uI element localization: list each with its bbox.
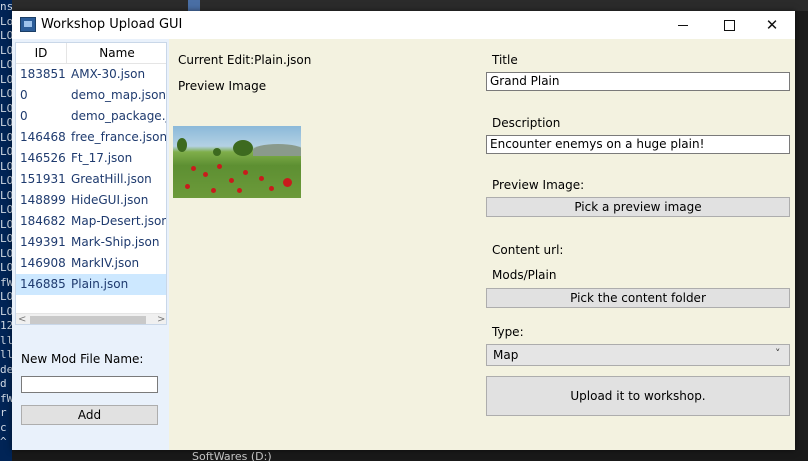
list-item[interactable]: 148899 HideGUI.json bbox=[16, 190, 166, 211]
item-id: 0 bbox=[20, 88, 28, 102]
item-name: Plain.json bbox=[71, 277, 129, 291]
flower-shape bbox=[237, 188, 242, 193]
flower-shape bbox=[243, 170, 248, 175]
preview-image-field-label: Preview Image: bbox=[492, 178, 585, 192]
item-name: GreatHill.json bbox=[71, 172, 152, 186]
preview-image bbox=[173, 126, 301, 198]
list-item[interactable]: 146908 MarkIV.json bbox=[16, 253, 166, 274]
pick-preview-image-button[interactable]: Pick a preview image bbox=[486, 197, 790, 217]
description-label: Description bbox=[492, 116, 561, 130]
list-item[interactable]: 146468 free_france.json bbox=[16, 127, 167, 148]
tree-shape bbox=[213, 148, 221, 156]
horizontal-scrollbar[interactable]: < > bbox=[16, 313, 166, 324]
item-id: 146908 bbox=[20, 256, 66, 270]
workshop-upload-window: Workshop Upload GUI ✕ ID Name 183851 AMX-… bbox=[12, 11, 795, 450]
list-header: ID Name bbox=[16, 43, 166, 64]
maximize-icon bbox=[723, 19, 735, 31]
item-name: demo_map.json bbox=[71, 88, 167, 102]
close-button[interactable]: ✕ bbox=[749, 11, 795, 39]
type-dropdown[interactable]: Map ˅ bbox=[486, 344, 790, 366]
item-name: demo_package.js bbox=[71, 109, 167, 123]
item-name: Ft_17.json bbox=[71, 151, 133, 165]
list-item[interactable]: 146526 Ft_17.json bbox=[16, 148, 166, 169]
content-url-label: Content url: bbox=[492, 243, 564, 257]
chevron-down-icon: ˅ bbox=[775, 347, 781, 360]
list-rows: 183851 AMX-30.json 0 demo_map.json 0 demo_p… bbox=[16, 64, 167, 295]
type-selected-value: Map bbox=[493, 348, 519, 362]
list-item[interactable]: 151931 GreatHill.json bbox=[16, 169, 166, 190]
list-item[interactable]: 0 demo_package.js bbox=[16, 106, 167, 127]
item-id: 146468 bbox=[20, 130, 66, 144]
background-side-panel bbox=[795, 40, 808, 440]
background-drive-label: SoftWares (D:) bbox=[192, 450, 272, 461]
item-name: Map-Desert.json bbox=[71, 214, 167, 228]
flower-shape bbox=[191, 166, 196, 171]
item-name: AMX-30.json bbox=[71, 67, 146, 81]
flower-shape bbox=[185, 184, 190, 189]
item-id: 183851 bbox=[20, 67, 66, 81]
item-id: 149391 bbox=[20, 235, 66, 249]
item-name: free_france.json bbox=[71, 130, 167, 144]
background-terminal: ns Lo LO LO LO LO LO LO LO LO LO LO LO LO LO LO LO LO LO… bbox=[0, 0, 12, 461]
pick-content-folder-button[interactable]: Pick the content folder bbox=[486, 288, 790, 308]
tree-shape bbox=[177, 138, 187, 152]
item-id: 184682 bbox=[20, 214, 66, 228]
flower-shape bbox=[203, 172, 208, 177]
window-title: Workshop Upload GUI bbox=[41, 17, 183, 32]
preview-image-heading: Preview Image bbox=[178, 79, 267, 93]
scroll-left-icon[interactable]: < bbox=[18, 314, 26, 324]
list-item[interactable]: 183851 AMX-30.json bbox=[16, 64, 166, 85]
add-button[interactable]: Add bbox=[21, 405, 158, 425]
background-file-icon bbox=[188, 0, 200, 11]
title-input[interactable]: Grand Plain bbox=[486, 72, 790, 91]
close-icon: ✕ bbox=[765, 16, 779, 34]
type-label: Type: bbox=[492, 325, 524, 339]
mountain-shape bbox=[253, 144, 301, 156]
background-taskbar: SoftWares (D:) bbox=[12, 450, 808, 461]
content-path: Mods/Plain bbox=[492, 268, 557, 282]
list-item[interactable]: 184682 Map-Desert.json bbox=[16, 211, 167, 232]
new-mod-name-input[interactable] bbox=[21, 376, 158, 393]
item-name: MarkIV.json bbox=[71, 256, 140, 270]
item-name: Mark-Ship.json bbox=[71, 235, 160, 249]
minimize-button[interactable] bbox=[660, 11, 706, 39]
title-label: Title bbox=[492, 53, 518, 67]
description-input[interactable]: Encounter enemys on a huge plain! bbox=[486, 135, 790, 154]
maximize-button[interactable] bbox=[706, 11, 752, 39]
item-name: HideGUI.json bbox=[71, 193, 149, 207]
upload-to-workshop-button[interactable]: Upload it to workshop. bbox=[486, 376, 790, 416]
scrollbar-thumb[interactable] bbox=[30, 316, 146, 324]
item-id: 0 bbox=[20, 109, 28, 123]
column-header-id[interactable]: ID bbox=[16, 46, 66, 60]
minimize-icon bbox=[678, 24, 688, 26]
background-explorer-header bbox=[12, 0, 808, 11]
current-edit-label: Current Edit:Plain.json bbox=[178, 53, 312, 67]
new-mod-label: New Mod File Name: bbox=[21, 352, 144, 366]
flower-shape bbox=[259, 176, 264, 181]
left-panel: ID Name 183851 AMX-30.json 0 demo_map.json… bbox=[12, 39, 169, 450]
item-id: 148899 bbox=[20, 193, 66, 207]
flower-shape bbox=[217, 164, 222, 169]
flower-shape bbox=[283, 178, 292, 187]
app-icon bbox=[20, 17, 36, 32]
column-header-name[interactable]: Name bbox=[67, 46, 166, 60]
item-id: 146526 bbox=[20, 151, 66, 165]
item-id: 146885 bbox=[20, 277, 66, 291]
flower-shape bbox=[269, 186, 274, 191]
mod-list[interactable]: ID Name 183851 AMX-30.json 0 demo_map.json… bbox=[15, 42, 167, 325]
scroll-right-icon[interactable]: > bbox=[157, 314, 165, 324]
list-item[interactable]: 149391 Mark-Ship.json bbox=[16, 232, 166, 253]
list-item-selected[interactable]: 146885 Plain.json bbox=[16, 274, 166, 295]
list-item[interactable]: 0 demo_map.json bbox=[16, 85, 167, 106]
title-bar[interactable]: Workshop Upload GUI ✕ bbox=[12, 11, 795, 39]
edit-panel: Current Edit:Plain.json Preview Image Ti… bbox=[169, 39, 795, 450]
item-id: 151931 bbox=[20, 172, 66, 186]
flower-shape bbox=[229, 178, 234, 183]
flower-shape bbox=[211, 188, 216, 193]
tree-shape bbox=[233, 140, 253, 156]
